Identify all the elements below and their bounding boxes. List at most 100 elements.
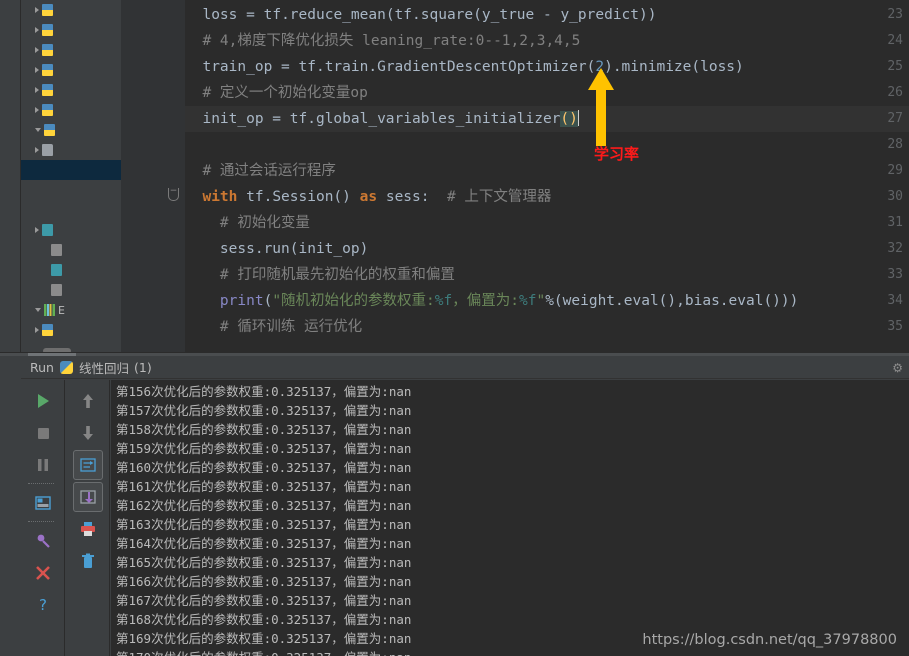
console-line: 第167次优化后的参数权重:0.325137，偏置为:nan xyxy=(116,593,412,608)
chevron-down-icon[interactable] xyxy=(35,128,41,132)
pin-tab-button[interactable] xyxy=(28,526,58,556)
tree-item[interactable] xyxy=(21,280,121,300)
code-line[interactable]: init_op = tf.global_variables_initialize… xyxy=(185,106,909,132)
code-token: (loss) xyxy=(691,59,744,75)
folder-icon xyxy=(42,144,53,156)
code-token: run(init_op) xyxy=(263,241,369,257)
run-tab-label[interactable]: Run xyxy=(30,360,54,375)
code-line[interactable]: # 初始化变量 xyxy=(185,210,909,236)
tree-item[interactable] xyxy=(21,240,121,260)
chevron-right-icon[interactable] xyxy=(35,147,39,153)
run-configuration-name[interactable]: 线性回归 xyxy=(79,358,129,377)
chevron-right-icon[interactable] xyxy=(35,27,39,33)
layout-icon xyxy=(34,494,52,512)
run-toolbar-primary[interactable]: ? xyxy=(21,380,65,656)
code-line[interactable]: print("随机初始化的参数权重:%f，偏置为:%f"%(weight.eva… xyxy=(185,288,909,314)
tree-item[interactable] xyxy=(21,160,121,180)
line-number: 23 xyxy=(887,7,903,22)
code-line[interactable]: # 通过会话运行程序 xyxy=(185,158,909,184)
watermark-text: https://blog.csdn.net/qq_37978800 xyxy=(642,632,897,648)
chevron-down-icon[interactable] xyxy=(35,308,41,312)
code-token: tf xyxy=(263,7,282,23)
code-line[interactable]: # 循环训练 运行优化 xyxy=(185,314,909,340)
scroll-down-button[interactable] xyxy=(73,418,103,448)
console-line: 第165次优化后的参数权重:0.325137，偏置为:nan xyxy=(116,555,412,570)
wrap-icon xyxy=(79,456,97,474)
code-line[interactable]: # 定义一个初始化变量op xyxy=(185,80,909,106)
code-folding-gutter[interactable] xyxy=(163,0,185,352)
code-token: . xyxy=(612,59,622,75)
project-tree[interactable]: E xyxy=(21,0,121,360)
panel-settings-icon[interactable]: ⚙ xyxy=(892,361,903,375)
tree-item[interactable] xyxy=(21,20,121,40)
run-toolbar-secondary[interactable] xyxy=(66,380,110,656)
chevron-right-icon[interactable] xyxy=(35,87,39,93)
line-number: 35 xyxy=(887,319,903,334)
code-token: # 定义一个初始化变量op xyxy=(202,85,368,101)
cyan-icon xyxy=(51,264,62,276)
scroll-to-end-button[interactable] xyxy=(72,482,103,512)
tree-item[interactable] xyxy=(21,120,121,140)
code-token: . xyxy=(412,7,421,23)
tree-item[interactable] xyxy=(21,320,121,340)
console-line: 第163次优化后的参数权重:0.325137，偏置为:nan xyxy=(116,517,412,532)
tree-item[interactable]: E xyxy=(21,300,121,320)
line-number-gutter xyxy=(121,0,163,352)
scroll-up-button[interactable] xyxy=(73,386,103,416)
tree-item[interactable] xyxy=(21,0,121,20)
console-output[interactable]: 第156次优化后的参数权重:0.325137，偏置为:nan 第157次优化后的参… xyxy=(111,380,909,656)
code-token: tf xyxy=(237,189,264,205)
tree-item[interactable] xyxy=(21,180,121,200)
help-button[interactable]: ? xyxy=(28,590,58,620)
code-line[interactable]: # 打印随机最先初始化的权重和偏置 xyxy=(185,262,909,288)
code-text-area[interactable]: loss = tf.reduce_mean(tf.square(y_true -… xyxy=(185,0,909,352)
editor-tab-stub[interactable] xyxy=(28,353,76,356)
console-line: 第164次优化后的参数权重:0.325137，偏置为:nan xyxy=(116,536,412,551)
tree-item[interactable] xyxy=(21,80,121,100)
code-line[interactable]: with tf.Session() as sess: # 上下文管理器 xyxy=(185,184,909,210)
pause-button[interactable] xyxy=(28,450,58,480)
arrow-down-icon xyxy=(79,424,97,442)
code-line[interactable] xyxy=(185,132,909,158)
chevron-right-icon[interactable] xyxy=(35,107,39,113)
print-button[interactable] xyxy=(73,514,103,544)
tree-item[interactable] xyxy=(21,40,121,60)
chevron-right-icon[interactable] xyxy=(35,7,39,13)
tree-item-label: E xyxy=(58,303,65,317)
tree-item[interactable] xyxy=(21,220,121,240)
tree-item[interactable] xyxy=(21,260,121,280)
code-line[interactable]: # 4,梯度下降优化损失 leaning_rate:0--1,2,3,4,5 xyxy=(185,28,909,54)
tree-item[interactable] xyxy=(21,140,121,160)
code-editor[interactable]: loss = tf.reduce_mean(tf.square(y_true -… xyxy=(121,0,909,352)
console-line: 第170次优化后的参数权重:0.325137，偏置为:nan xyxy=(111,648,909,656)
chevron-right-icon[interactable] xyxy=(35,47,39,53)
code-line[interactable]: sess.run(init_op) xyxy=(185,236,909,262)
soft-wrap-button[interactable] xyxy=(72,450,103,480)
tree-item[interactable] xyxy=(21,100,121,120)
panel-splitter[interactable] xyxy=(0,352,909,356)
code-line[interactable]: loss = tf.reduce_mean(tf.square(y_true -… xyxy=(185,2,909,28)
chevron-right-icon[interactable] xyxy=(35,327,39,333)
clear-all-button[interactable] xyxy=(73,546,103,576)
close-button[interactable] xyxy=(28,558,58,588)
code-line[interactable]: train_op = tf.train.GradientDescentOptim… xyxy=(185,54,909,80)
code-token: %f xyxy=(518,293,537,309)
trash-icon xyxy=(79,552,97,570)
print-icon xyxy=(79,520,97,538)
rerun-button[interactable] xyxy=(28,386,58,416)
code-token: # 4,梯度下降优化损失 leaning_rate:0--1,2,3,4,5 xyxy=(202,33,581,49)
chevron-right-icon[interactable] xyxy=(35,67,39,73)
tree-item[interactable] xyxy=(21,60,121,80)
chevron-right-icon[interactable] xyxy=(35,227,39,233)
stop-button[interactable] xyxy=(28,418,58,448)
code-token: train xyxy=(324,59,369,75)
code-token: # 上下文管理器 xyxy=(446,189,552,205)
fold-region-icon[interactable]: − xyxy=(168,187,179,201)
console-line: 第156次优化后的参数权重:0.325137，偏置为:nan xyxy=(116,384,412,399)
restore-layout-button[interactable] xyxy=(28,488,58,518)
tree-item[interactable] xyxy=(21,200,121,220)
arrow-up-icon xyxy=(79,392,97,410)
